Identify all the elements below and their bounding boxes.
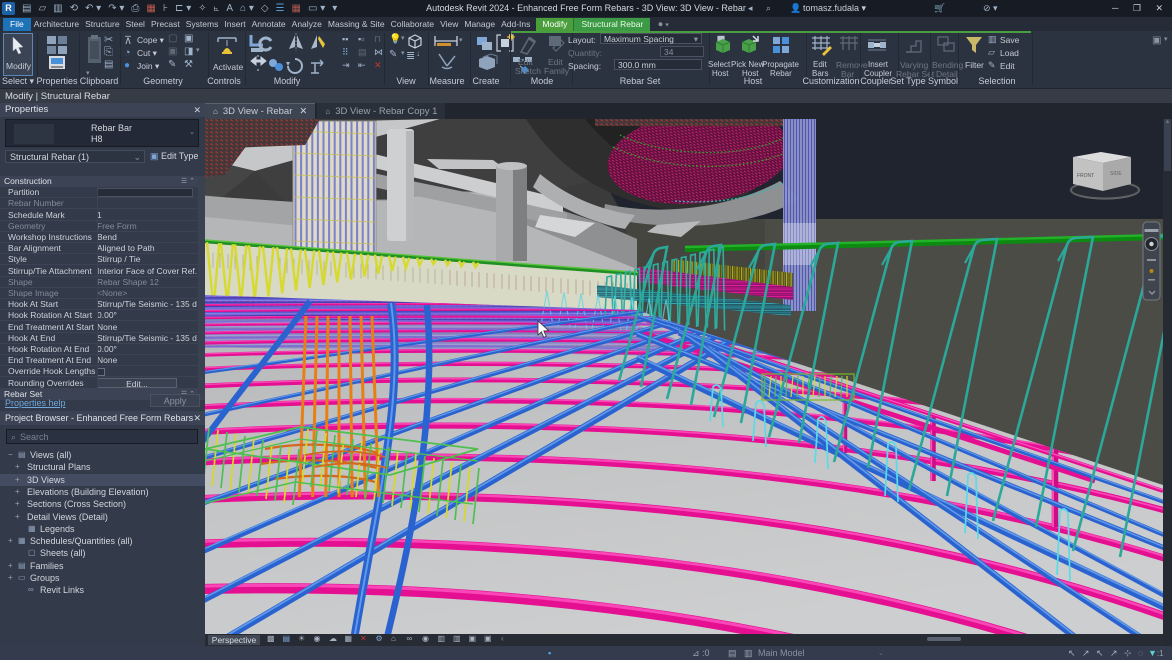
svg-text:SIDE: SIDE — [1110, 171, 1122, 177]
svg-text:FRONT: FRONT — [1077, 173, 1094, 179]
